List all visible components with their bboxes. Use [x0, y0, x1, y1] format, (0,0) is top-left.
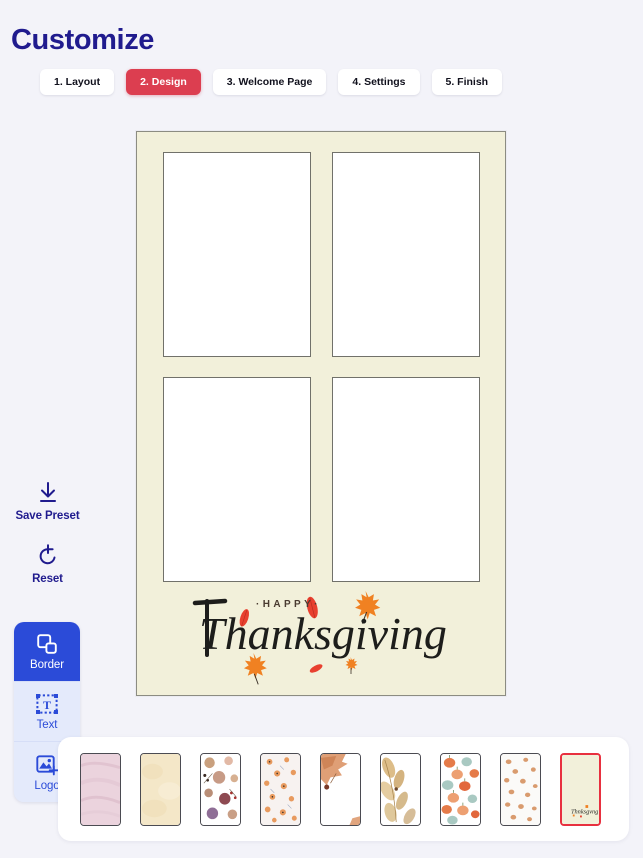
photo-slot-3[interactable] [163, 377, 311, 582]
tool-text-label: Text [36, 719, 58, 731]
tab-design[interactable]: 2. Design [126, 69, 201, 95]
photo-slot-2[interactable] [332, 152, 480, 357]
template-thumb-golden-foliage[interactable] [380, 752, 421, 826]
tab-settings-label: 4. Settings [352, 76, 406, 88]
tab-layout-label: 1. Layout [54, 76, 101, 88]
template-thumb-cream-parchment[interactable] [140, 752, 181, 826]
thanksgiving-artwork[interactable]: ·HAPPY· Thanksgiving [187, 587, 457, 687]
tab-design-label: 2. Design [140, 76, 187, 88]
template-thumbnail-strip[interactable]: Thnksgvng [58, 737, 629, 841]
step-tabs: 1. Layout 2. Design 3. Welcome Page 4. S… [40, 69, 503, 95]
save-preset-button[interactable]: Save Preset [0, 480, 95, 522]
tool-border-label: Border [30, 659, 64, 671]
border-shapes-icon [35, 632, 59, 656]
template-thumb-pumpkin-pattern[interactable] [440, 752, 481, 826]
template-thumb-tiny-pumpkins[interactable] [500, 752, 541, 826]
reset-label: Reset [32, 573, 63, 585]
red-leaf-bottom [309, 664, 323, 673]
page-title: Customize [11, 24, 155, 56]
template-thumb-small-orange-flowers[interactable] [260, 752, 301, 826]
tab-finish-label: 5. Finish [445, 76, 489, 88]
reset-button[interactable]: Reset [0, 543, 95, 585]
maple-leaf-small [345, 657, 358, 674]
tool-logo-label: Logo [34, 779, 60, 792]
add-image-icon [35, 753, 59, 777]
photo-slot-4[interactable] [332, 377, 480, 582]
tool-text[interactable]: T Text [14, 682, 80, 742]
template-thumb-oak-leaf-corner[interactable] [320, 752, 361, 826]
svg-text:Thnksgvng: Thnksgvng [571, 808, 599, 815]
download-icon [33, 480, 63, 506]
svg-text:T: T [43, 698, 51, 712]
tool-border[interactable]: Border [14, 622, 80, 682]
tab-settings[interactable]: 4. Settings [338, 69, 420, 95]
tab-welcome-page-label: 3. Welcome Page [226, 76, 313, 88]
tool-rail: Save Preset Reset Border T Text Logo [0, 480, 95, 802]
tab-finish[interactable]: 5. Finish [431, 69, 503, 95]
template-thumb-thanksgiving-cream[interactable]: Thnksgvng [560, 752, 601, 826]
tab-layout[interactable]: 1. Layout [40, 69, 115, 95]
text-box-icon: T [35, 692, 59, 716]
template-thumb-pink-marble[interactable] [80, 752, 121, 826]
customize-page: Customize 1. Layout 2. Design 3. Welcome… [0, 0, 643, 858]
save-preset-label: Save Preset [15, 510, 80, 522]
photo-slot-1[interactable] [163, 152, 311, 357]
tab-welcome-page[interactable]: 3. Welcome Page [212, 69, 327, 95]
template-thumb-dried-florals[interactable] [200, 752, 241, 826]
template-canvas[interactable]: ·HAPPY· Thanksgiving [136, 131, 506, 696]
artwork-script-text: Thanksgiving [199, 608, 447, 659]
undo-icon [33, 543, 63, 569]
